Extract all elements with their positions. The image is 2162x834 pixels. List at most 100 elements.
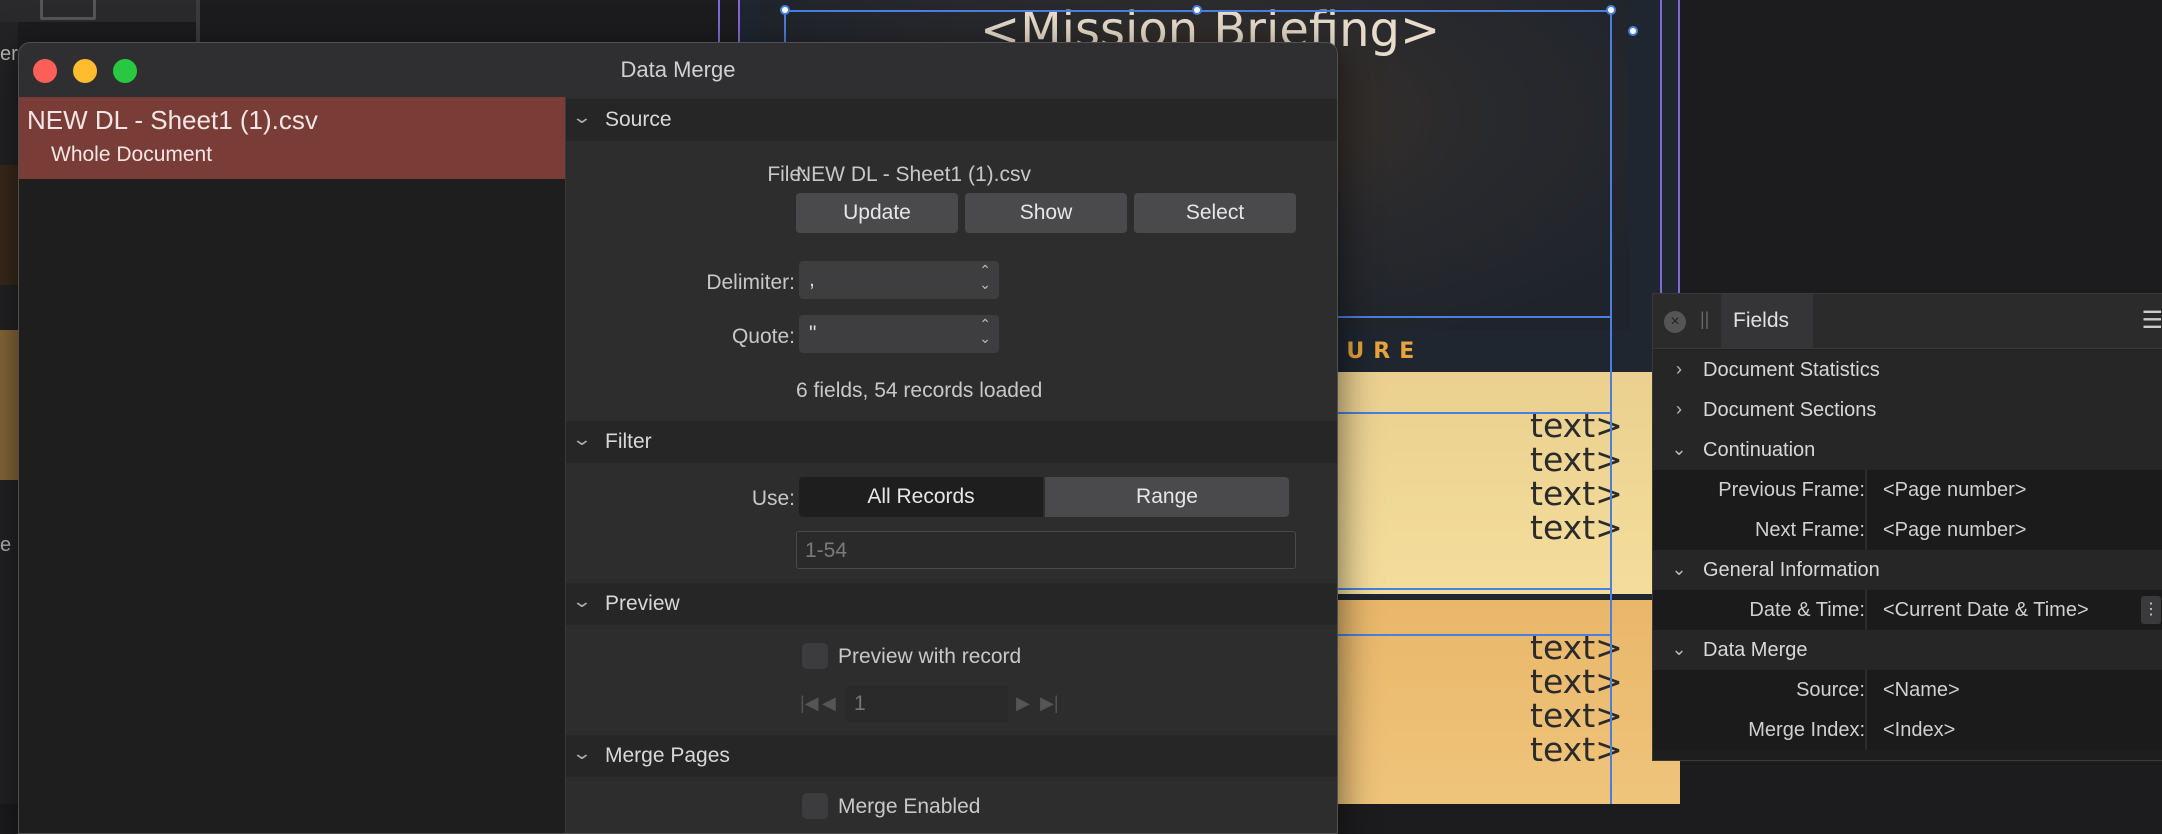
field-key: Next Frame: [1754,519,1865,541]
more-options-icon[interactable]: ⋮ [2141,596,2161,624]
close-icon[interactable]: × [1664,311,1686,333]
group-name: Continuation [1703,439,1816,461]
select-button[interactable]: Select [1134,193,1296,233]
group-name: Document Statistics [1703,359,1880,381]
quote-value: " [809,322,817,345]
section-title: Source [605,108,672,131]
section-title: Merge Pages [605,744,730,767]
field-key: Source: [1796,679,1865,701]
merge-enabled-checkbox[interactable] [802,793,828,819]
group-document-statistics[interactable]: › Document Statistics [1653,350,2162,390]
file-value: NEW DL - Sheet1 (1).csv [796,163,1031,186]
chevron-down-icon: ⌄ [1671,439,1687,459]
placeholder-text[interactable]: text> [1530,508,1623,547]
tab-label: Fields [1733,309,1790,332]
resize-handle[interactable] [1606,5,1616,15]
tool-field[interactable] [40,0,96,20]
page-thumbnail[interactable] [0,165,18,285]
quote-select[interactable]: " ⌃ ⌄ [799,315,999,353]
column-divider [1865,710,1867,750]
field-key: Date & Time: [1749,599,1865,621]
source-section-header[interactable]: ⌄ Source [566,99,1337,141]
update-button[interactable]: Update [796,193,958,233]
truncated-label: er [0,43,18,65]
merge-pages-section-header[interactable]: ⌄ Merge Pages [566,735,1337,777]
last-record-icon[interactable]: ▶| [1040,693,1059,714]
first-record-icon[interactable]: |◀ [800,693,819,714]
fields-panel: × || Fields ☰ › Document Statistics › Do… [1652,293,2162,761]
previous-record-icon[interactable]: ◀ [822,693,836,714]
field-value: <Name> [1883,679,1960,701]
group-data-merge[interactable]: ⌄ Data Merge [1653,630,2162,670]
records-status: 6 fields, 54 records loaded [796,379,1043,402]
preview-checkbox-label: Preview with record [838,645,1022,668]
group-document-sections[interactable]: › Document Sections [1653,390,2162,430]
range-placeholder: 1-54 [805,539,848,562]
preview-checkbox[interactable] [802,643,828,669]
next-record-icon[interactable]: ▶ [1016,693,1030,714]
frame-selection-edge [1610,10,1612,804]
group-general-information[interactable]: ⌄ General Information [1653,550,2162,590]
field-value: <Page number> [1883,519,2027,541]
chevron-down-icon: ⌄ [571,591,593,611]
chevron-down-icon: ⌄ [1671,559,1687,579]
field-value: <Current Date & Time> [1883,599,2089,621]
range-option[interactable]: Range [1045,477,1289,517]
chevron-down-icon: ⌄ [571,107,593,127]
settings-pane: ⌄ Source File: NEW DL - Sheet1 (1).csv U… [566,97,1337,833]
window-title: Data Merge [620,57,736,82]
delimiter-value: , [809,268,815,291]
chevron-right-icon: › [1676,359,1682,379]
field-row[interactable]: Date & Time: <Current Date & Time> ⋮ [1653,590,2162,630]
document-band [1300,372,1680,594]
all-records-option[interactable]: All Records [799,477,1043,517]
field-value: <Page number> [1883,479,2027,501]
menu-icon[interactable]: ☰ [2141,306,2162,335]
use-label: Use: [751,487,795,510]
filter-section-header[interactable]: ⌄ Filter [566,421,1337,463]
placeholder-text[interactable]: text> [1530,730,1623,769]
page-thumbnail[interactable] [0,330,18,480]
field-key: Merge Index: [1748,719,1865,741]
section-title: Preview [605,592,680,615]
group-name: Data Merge [1703,639,1808,661]
show-button[interactable]: Show [965,193,1127,233]
column-divider [1865,590,1867,630]
field-value: <Index> [1883,719,1956,741]
panel-header: × || Fields ☰ [1653,294,2162,349]
resize-handle[interactable] [780,5,790,15]
chevron-down-icon: ⌄ [1671,639,1687,659]
field-row[interactable]: Next Frame: <Page number> [1653,510,2162,550]
record-number-input[interactable]: 1 [846,685,1008,723]
merge-enabled-label: Merge Enabled [838,795,981,818]
chevron-down-icon: ⌄ [571,743,593,763]
document-band [1300,600,1680,804]
frame-selection-edge [1300,412,1612,414]
frame-selection-edge [1300,634,1612,636]
data-merge-window: Data Merge NEW DL - Sheet1 (1).csv Whole… [18,42,1338,834]
source-list-item-selected[interactable]: NEW DL - Sheet1 (1).csv Whole Document [19,97,565,179]
field-row[interactable]: Previous Frame: <Page number> [1653,470,2162,510]
preview-section-header[interactable]: ⌄ Preview [566,583,1337,625]
rotate-handle[interactable] [1628,26,1638,36]
title-bar[interactable]: Data Merge [19,43,1337,97]
chevron-right-icon: › [1676,399,1682,419]
chevron-down-icon: ⌄ [571,429,593,449]
column-divider [1865,510,1867,550]
delimiter-select[interactable]: , ⌃ ⌄ [799,261,999,299]
tab-fields[interactable]: Fields [1721,294,1813,348]
drag-handle-icon[interactable]: || [1700,309,1709,330]
group-continuation[interactable]: ⌄ Continuation [1653,430,2162,470]
field-row[interactable]: Merge Index: <Index> [1653,710,2162,750]
stepper-icon: ⌃ ⌄ [979,316,991,346]
column-divider [1865,470,1867,510]
field-row[interactable]: Source: <Name> [1653,670,2162,710]
source-list: NEW DL - Sheet1 (1).csv Whole Document [19,97,566,833]
group-name: Document Sections [1703,399,1877,421]
quote-label: Quote: [731,325,795,348]
resize-handle[interactable] [1192,5,1202,15]
range-input[interactable]: 1-54 [796,531,1296,569]
truncated-label: e [0,534,12,556]
file-label: File: [767,163,807,186]
record-number-value: 1 [854,692,866,715]
